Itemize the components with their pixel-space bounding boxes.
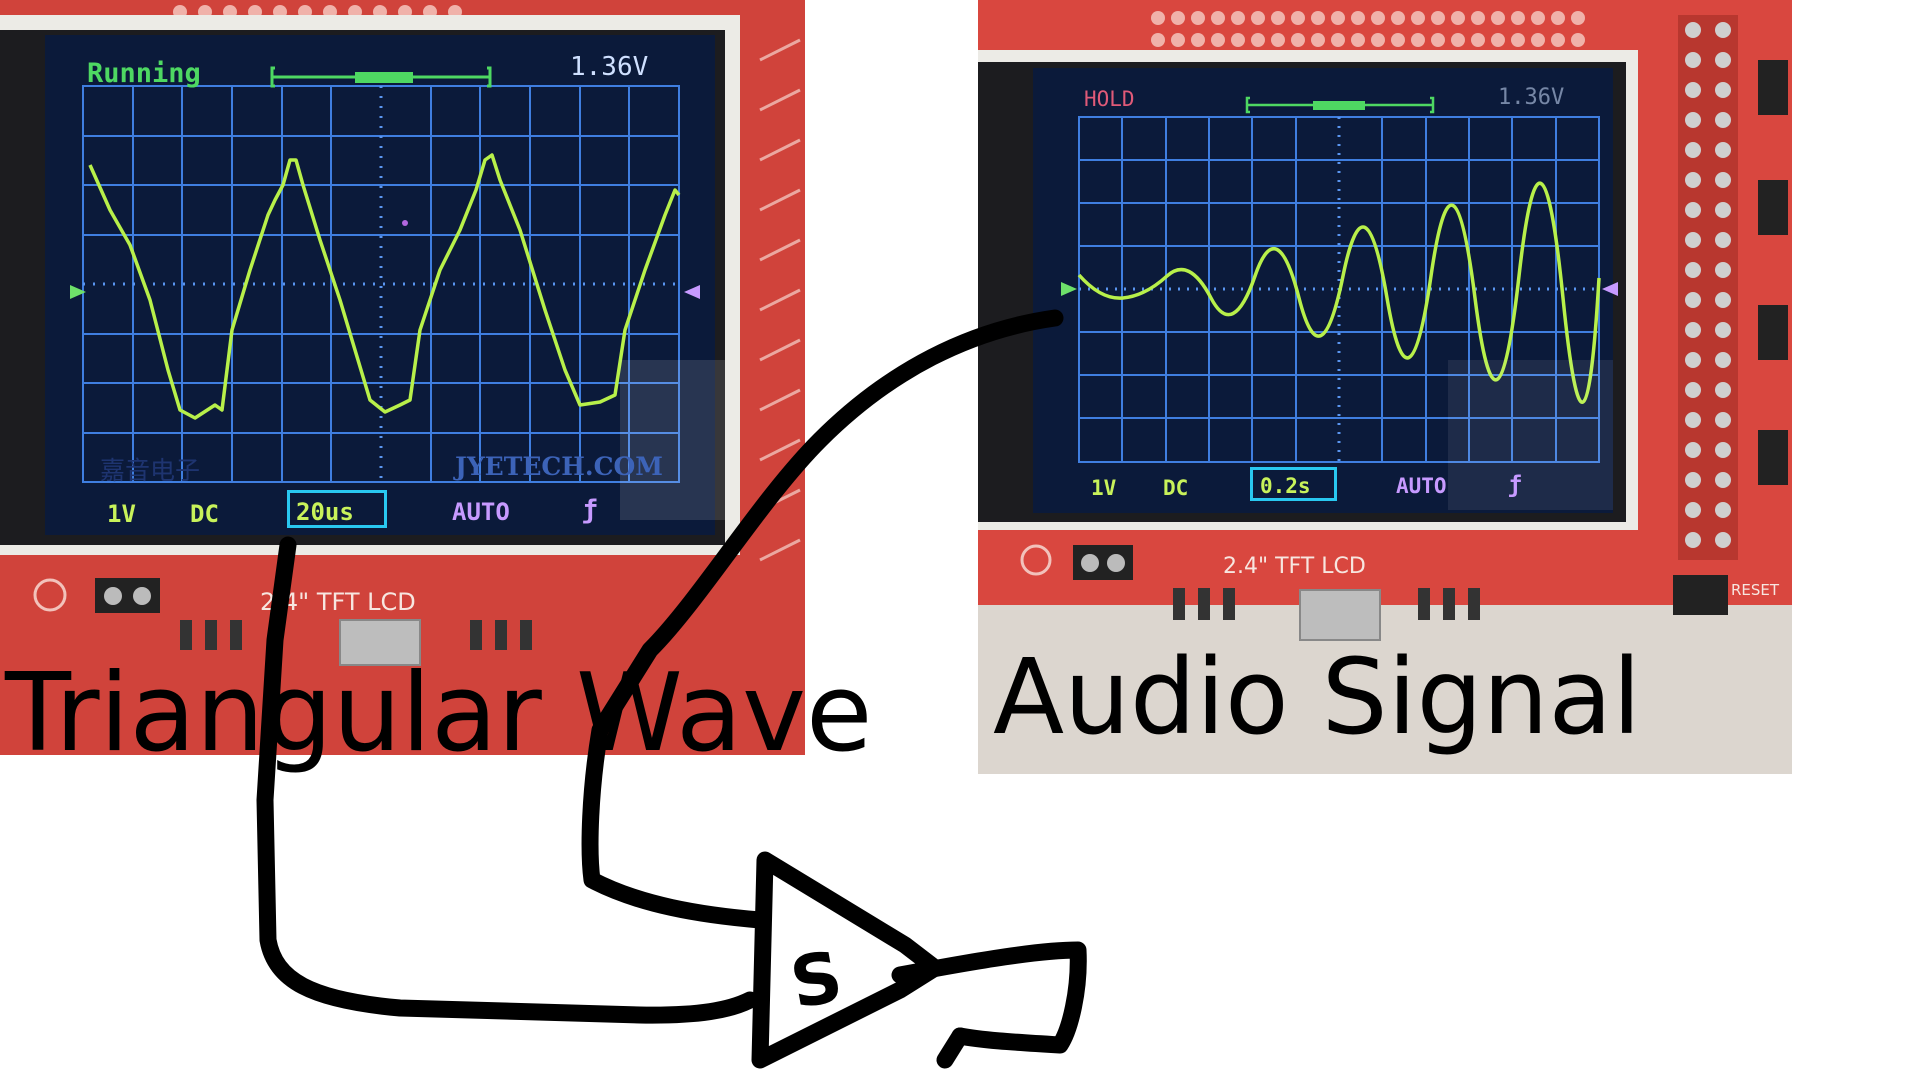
right-caption: Audio Signal (993, 636, 1642, 758)
status-label: Running (87, 58, 201, 89)
timebase-label: 0.2s (1260, 474, 1311, 498)
timebase-label: 20us (296, 498, 354, 526)
volts-per-div: 1V (107, 500, 136, 528)
trigger-mode: AUTO (452, 498, 510, 526)
board-label: 2.4" TFT LCD (1223, 554, 1366, 579)
trigger-edge-icon: ƒ (582, 495, 598, 525)
left-board-graphic (0, 0, 805, 755)
coupling-label: DC (1163, 476, 1189, 500)
board-label: 2.4" TFT LCD (260, 588, 416, 616)
volts-per-div: 1V (1091, 476, 1117, 500)
amplifier-mark-icon: S (784, 935, 848, 1025)
watermark: JYETECH.COM (455, 452, 663, 481)
trigger-edge-icon: ƒ (1508, 472, 1522, 498)
coupling-label: DC (190, 500, 219, 528)
voltage-readout: 1.36V (1498, 85, 1565, 110)
trigger-mode: AUTO (1396, 474, 1447, 498)
watermark-cn: 嘉音电子 (100, 456, 201, 485)
status-label: HOLD (1084, 87, 1135, 111)
left-scope-photo: Running 1.36V 1V DC 20us AUTO ƒ 嘉音电子 JYE… (0, 0, 805, 755)
left-caption: Triangular Wave (5, 651, 873, 776)
voltage-readout: 1.36V (570, 52, 649, 82)
reset-label: RESET (1731, 581, 1780, 599)
